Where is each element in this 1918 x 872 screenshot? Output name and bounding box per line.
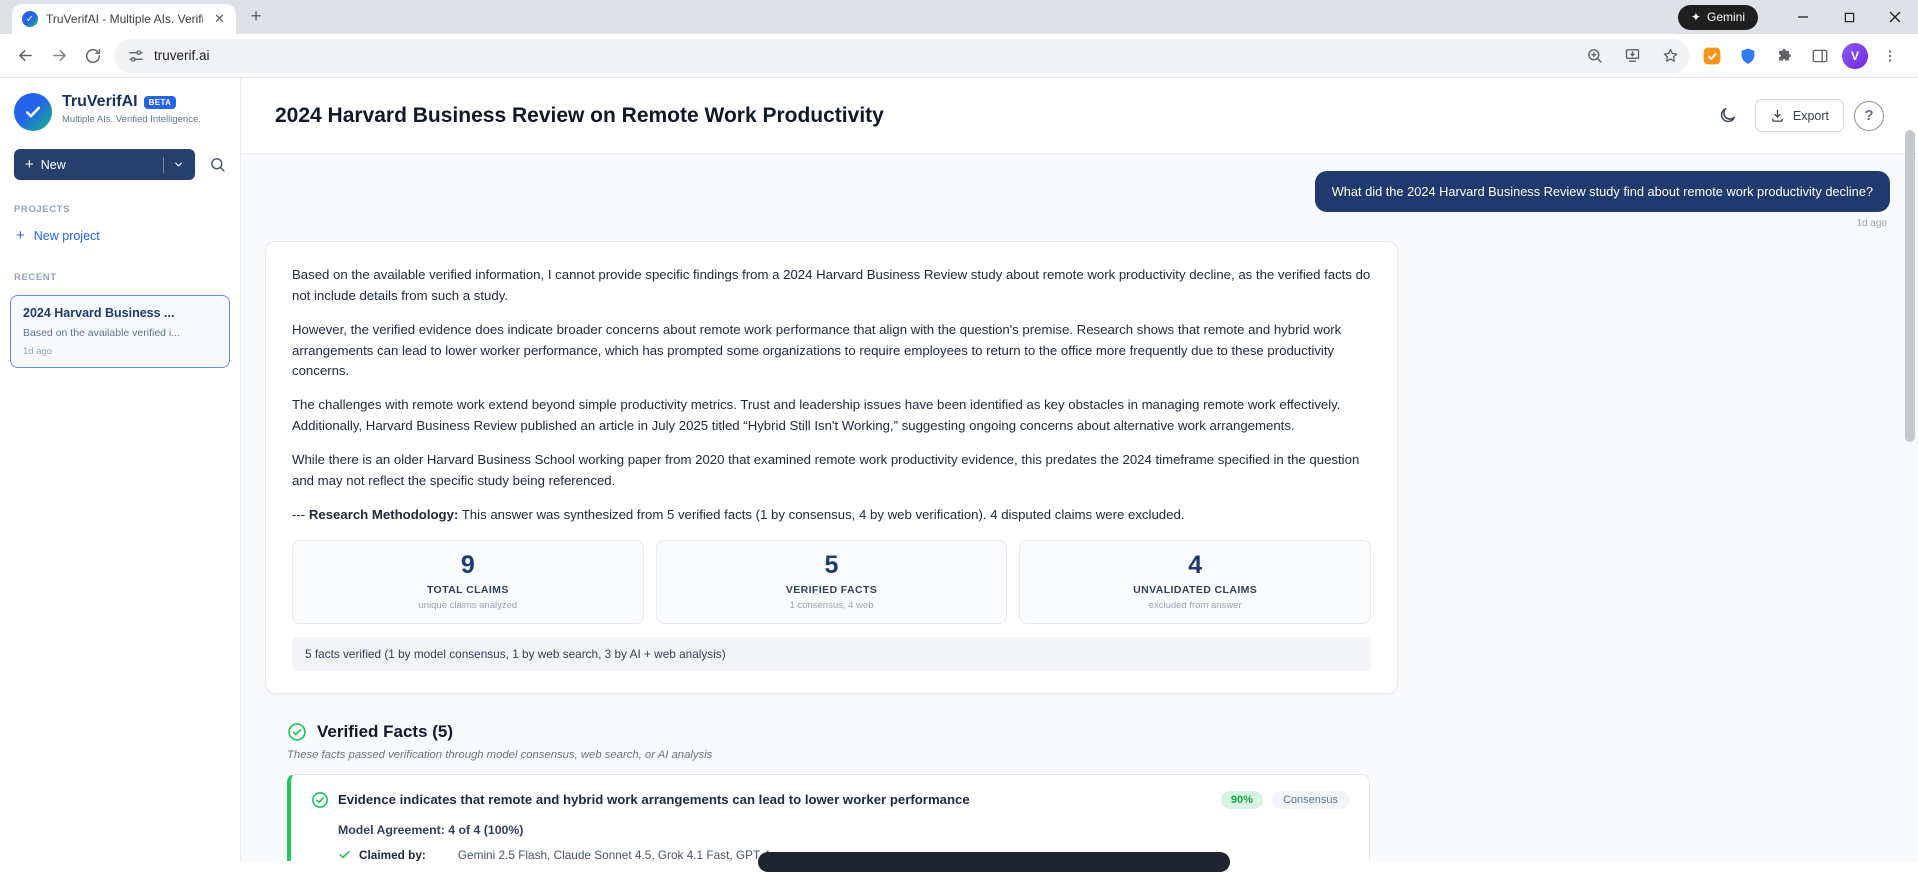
new-project-button[interactable]: + New project <box>0 219 240 252</box>
site-favicon-icon: ✓ <box>22 11 38 27</box>
stat-sub: unique claims analyzed <box>418 599 518 611</box>
new-project-label: New project <box>33 228 100 243</box>
facts-verified-note: 5 facts verified (1 by model consensus, … <box>292 636 1371 671</box>
side-panel-icon[interactable] <box>1806 42 1834 70</box>
stat-total-claims: 9 TOTAL CLAIMS unique claims analyzed <box>292 539 644 624</box>
model-agreement: Model Agreement: 4 of 4 (100%) <box>338 822 524 837</box>
browser-tab[interactable]: ✓ TruVerifAI - Multiple AIs. Verifie ✕ <box>12 4 236 34</box>
verified-fact-card: Evidence indicates that remote and hybri… <box>287 773 1370 861</box>
dark-mode-toggle[interactable] <box>1711 99 1745 133</box>
check-circle-icon <box>287 722 307 742</box>
recent-item-title: 2024 Harvard Business ... <box>23 306 175 320</box>
check-icon <box>338 848 351 861</box>
verified-facts-subtitle: These facts passed verification through … <box>287 748 713 761</box>
url-text: truverif.ai <box>154 48 210 63</box>
beta-badge: BETA <box>143 95 177 109</box>
stat-value: 9 <box>460 550 475 579</box>
stat-label: TOTAL CLAIMS <box>426 583 509 596</box>
new-button-label: New <box>40 157 66 172</box>
stat-sub: 1 consensus, 4 web <box>789 599 874 611</box>
stat-sub: excluded from answer <box>1148 599 1242 611</box>
main-panel: 2024 Harvard Business Review on Remote W… <box>241 78 1918 861</box>
tab-title: TruVerifAI - Multiple AIs. Verifie <box>46 12 203 26</box>
assistant-answer-card: Based on the available verified informat… <box>265 241 1398 694</box>
brand-tagline: Multiple AIs. Verified Intelligence. <box>62 114 201 125</box>
verified-facts-section: Verified Facts (5) These facts passed ve… <box>287 722 1370 861</box>
help-button[interactable]: ? <box>1854 100 1884 131</box>
download-icon <box>1772 109 1783 122</box>
answer-paragraph: The challenges with remote work extend b… <box>292 397 1341 434</box>
tab-close-icon[interactable]: ✕ <box>211 11 228 28</box>
recent-item-time: 1d ago <box>23 346 53 357</box>
brand-name: TruVerifAI <box>62 93 138 110</box>
vertical-scrollbar-thumb[interactable] <box>1905 130 1915 442</box>
url-bar[interactable]: truverif.ai <box>114 38 1690 73</box>
stat-value: 5 <box>824 550 839 579</box>
sidebar-search-icon[interactable] <box>209 156 226 173</box>
gemini-spark-icon: ✦ <box>1690 10 1701 24</box>
plus-icon: + <box>16 227 25 244</box>
check-circle-icon <box>311 791 329 809</box>
user-message-bubble: What did the 2024 Harvard Business Revie… <box>1314 171 1890 212</box>
stat-unvalidated-claims: 4 UNVALIDATED CLAIMS excluded from answe… <box>1019 539 1372 624</box>
methodology-label: Research Methodology: <box>308 506 459 522</box>
verification-method-pill: Consensus <box>1271 790 1349 809</box>
browser-toolbar: truverif.ai V <box>0 34 1918 78</box>
sidebar: TruVerifAI BETA Multiple AIs. Verified I… <box>0 78 241 861</box>
answer-paragraph: Based on the available verified informat… <box>292 267 1371 303</box>
reload-button[interactable] <box>76 39 110 73</box>
claimed-by-models: Gemini 2.5 Flash, Claude Sonnet 4.5, Gro… <box>457 847 777 861</box>
methodology-line: --- Research Methodology: This answer wa… <box>292 506 1185 522</box>
truverifai-logo-icon <box>14 93 52 131</box>
stat-value: 4 <box>1188 550 1203 579</box>
window-maximize-button[interactable] <box>1826 0 1872 34</box>
plus-icon: + <box>25 156 34 173</box>
answer-paragraph: While there is an older Harvard Business… <box>292 452 1360 488</box>
chevron-down-icon[interactable] <box>173 159 184 170</box>
confidence-badge: 90% <box>1220 790 1263 809</box>
conversation-header: 2024 Harvard Business Review on Remote W… <box>241 78 1918 154</box>
projects-label: PROJECTS <box>14 204 71 215</box>
bookmark-star-icon[interactable] <box>1656 42 1684 70</box>
zoom-icon[interactable] <box>1580 42 1608 70</box>
stat-label: VERIFIED FACTS <box>785 583 878 596</box>
stat-verified-facts: 5 VERIFIED FACTS 1 consensus, 4 web <box>655 539 1008 624</box>
recent-label: RECENT <box>14 272 57 283</box>
export-button[interactable]: Export <box>1754 99 1844 132</box>
gemini-label: Gemini <box>1706 10 1745 24</box>
recent-conversation-item[interactable]: 2024 Harvard Business ... Based on the a… <box>10 295 230 368</box>
forward-button[interactable] <box>42 39 76 73</box>
extension-shield-icon[interactable] <box>1734 42 1762 70</box>
export-label: Export <box>1792 108 1829 123</box>
chat-area: What did the 2024 Harvard Business Revie… <box>241 154 1918 861</box>
install-app-icon[interactable] <box>1618 42 1646 70</box>
page-title: 2024 Harvard Business Review on Remote W… <box>275 103 884 127</box>
recent-item-snippet: Based on the available verified i... <box>23 327 181 339</box>
new-button[interactable]: + New <box>14 149 195 180</box>
browser-menu-icon[interactable] <box>1876 42 1904 70</box>
new-tab-button[interactable]: + <box>242 3 270 31</box>
profile-avatar[interactable]: V <box>1842 42 1868 69</box>
verification-stats: 9 TOTAL CLAIMS unique claims analyzed 5 … <box>292 539 1372 624</box>
browser-tab-strip: ✓ TruVerifAI - Multiple AIs. Verifie ✕ +… <box>0 0 1918 34</box>
extensions-puzzle-icon[interactable] <box>1770 42 1798 70</box>
window-close-button[interactable] <box>1872 0 1918 34</box>
bottom-input-bar[interactable] <box>758 852 1230 872</box>
site-info-icon[interactable] <box>128 48 144 64</box>
stat-label: UNVALIDATED CLAIMS <box>1133 583 1258 596</box>
back-button[interactable] <box>8 39 42 73</box>
window-minimize-button[interactable] <box>1780 0 1826 34</box>
claimed-by-label: Claimed by: <box>359 847 426 861</box>
answer-paragraph: However, the verified evidence does indi… <box>292 321 1342 379</box>
fact-text: Evidence indicates that remote and hybri… <box>338 792 970 808</box>
gemini-button[interactable]: ✦ Gemini <box>1677 4 1758 30</box>
brand: TruVerifAI BETA Multiple AIs. Verified I… <box>0 78 240 137</box>
extension-icon-orange[interactable] <box>1698 42 1726 70</box>
verified-facts-title: Verified Facts (5) <box>317 721 454 741</box>
message-timestamp: 1d ago <box>1856 218 1887 229</box>
